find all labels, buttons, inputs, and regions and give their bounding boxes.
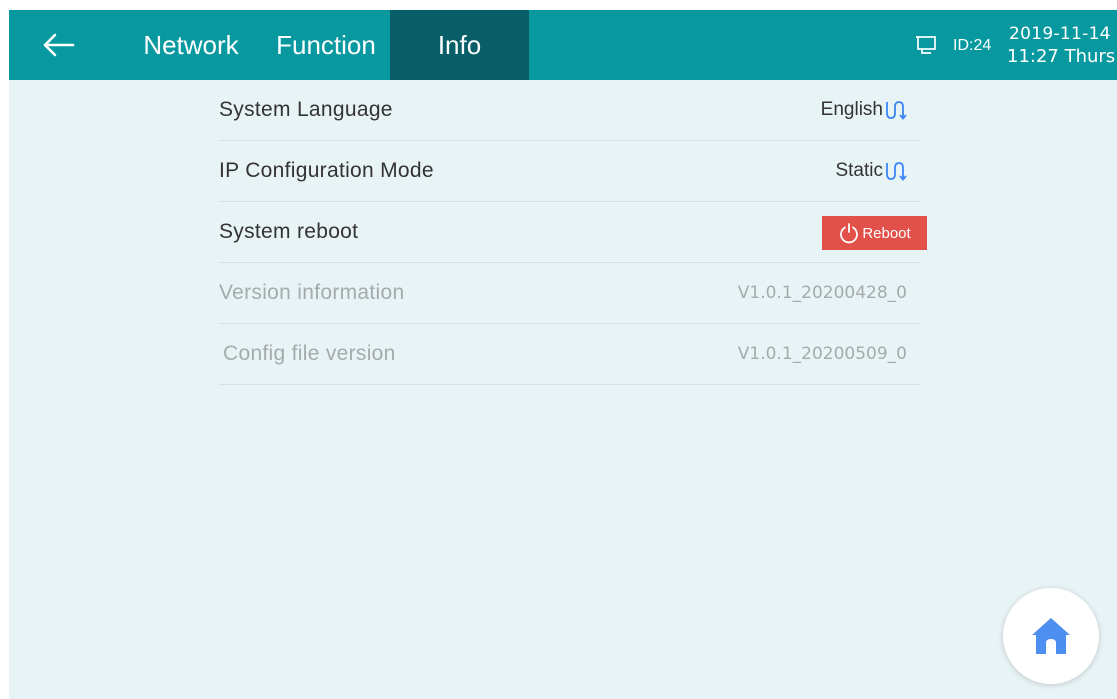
reboot-button-label: Reboot: [862, 224, 911, 242]
setting-row-version: Version information V1.0.1_20200428_0: [219, 263, 919, 324]
time-day-text: 11:27 Thurs: [1007, 46, 1116, 67]
power-icon: [840, 223, 859, 244]
ip-mode-selector[interactable]: Static: [835, 141, 907, 201]
screen: Network Function Info ID:24 2019-11-14 1…: [9, 10, 1117, 699]
setting-row-language: System Language English: [219, 80, 919, 141]
reboot-label: System reboot: [219, 220, 359, 243]
home-button[interactable]: [1003, 588, 1099, 684]
switch-toggle-icon: [886, 162, 907, 181]
date-text: 2019-11-14: [1009, 24, 1111, 44]
language-value: English: [820, 99, 883, 120]
tab-info[interactable]: Info: [390, 10, 529, 80]
version-value: V1.0.1_20200428_0: [737, 283, 907, 303]
home-icon: [1032, 618, 1070, 654]
version-label: Version information: [219, 281, 405, 304]
back-button[interactable]: [35, 28, 81, 62]
config-label: Config file version: [223, 342, 396, 365]
monitor-icon: [916, 36, 936, 54]
config-value: V1.0.1_20200509_0: [737, 344, 907, 364]
switch-toggle-icon: [886, 101, 907, 120]
language-label: System Language: [219, 98, 393, 121]
top-bar: Network Function Info ID:24 2019-11-14 1…: [9, 10, 1117, 80]
setting-row-ip-mode: IP Configuration Mode Static: [219, 141, 919, 202]
setting-row-config: Config file version V1.0.1_20200509_0: [219, 324, 919, 385]
setting-row-reboot: System reboot Reboot: [219, 202, 927, 263]
ip-mode-value: Static: [835, 160, 883, 181]
reboot-button[interactable]: Reboot: [822, 216, 927, 250]
language-selector[interactable]: English: [821, 80, 907, 140]
settings-list: System Language English IP Configuration…: [219, 80, 927, 385]
ip-mode-label: IP Configuration Mode: [219, 159, 434, 182]
tab-function[interactable]: Function: [261, 10, 391, 80]
tab-network[interactable]: Network: [121, 10, 261, 80]
arrow-left-icon: [43, 33, 75, 57]
device-id: ID:24: [953, 37, 992, 54]
